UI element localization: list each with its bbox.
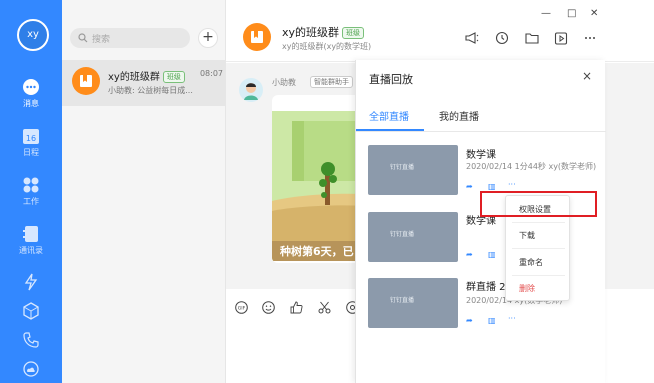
search-icon xyxy=(78,33,88,43)
nav-label: 日程 xyxy=(23,148,39,157)
stats-icon[interactable]: ▥ xyxy=(488,316,496,325)
thumbnail-watermark: 钉钉直播 xyxy=(390,164,415,171)
chat-bubble-icon xyxy=(23,79,39,95)
group-avatar xyxy=(72,67,100,95)
stats-icon[interactable]: ▥ xyxy=(488,250,496,259)
thumbnail-watermark: 钉钉直播 xyxy=(390,297,415,304)
live-video-icon[interactable] xyxy=(554,31,568,45)
more-icon[interactable] xyxy=(583,31,597,45)
nav-item-contacts[interactable]: 通讯录 xyxy=(0,225,62,256)
menu-item-download[interactable]: 下载 xyxy=(519,230,535,241)
class-tag: 班级 xyxy=(342,27,365,39)
bot-name: 小助教 xyxy=(272,78,296,87)
chat-title[interactable]: xy的班级群 班级 xyxy=(282,24,365,40)
svg-text:16: 16 xyxy=(26,134,36,143)
class-tag: 班级 xyxy=(162,71,185,83)
contacts-icon xyxy=(23,226,38,242)
conversation-time: 08:07 xyxy=(199,69,223,78)
group-avatar xyxy=(243,23,271,51)
bot-face-icon xyxy=(244,83,258,100)
panel-tabs: 全部直播 我的直播 xyxy=(356,98,606,132)
app-window: xy 消息 16 日程 工作 通讯录 搜索 + xy的班级群 班级 08:07 … xyxy=(0,0,654,383)
thumbs-up-icon[interactable] xyxy=(290,301,303,314)
nav-item-calls[interactable] xyxy=(0,331,62,349)
folder-icon[interactable] xyxy=(525,31,539,45)
highlight-box xyxy=(480,191,597,217)
book-icon xyxy=(80,75,92,87)
menu-divider xyxy=(512,222,565,223)
active-tab-indicator xyxy=(356,129,424,131)
lightning-icon xyxy=(24,273,38,291)
search-placeholder: 搜索 xyxy=(92,35,111,45)
video-title[interactable]: 数学课 xyxy=(466,146,496,161)
nav-item-work[interactable]: 工作 xyxy=(0,176,62,207)
tab-all-live[interactable]: 全部直播 xyxy=(369,108,409,123)
share-icon[interactable]: ➦ xyxy=(466,182,473,191)
nav-label: 工作 xyxy=(23,197,39,206)
conversation-item[interactable]: xy的班级群 班级 08:07 小助教: 公益树每日成... xyxy=(62,60,226,106)
cube-icon xyxy=(23,302,39,320)
close-icon[interactable]: × xyxy=(582,69,592,83)
menu-item-rename[interactable]: 重命名 xyxy=(519,257,543,268)
panel-title: 直播回放 xyxy=(369,73,413,86)
chat-title-text: xy的班级群 xyxy=(282,26,340,39)
stats-icon[interactable]: ▥ xyxy=(488,182,496,191)
menu-item-delete[interactable]: 删除 xyxy=(519,283,535,294)
conversation-name: xy的班级群 班级 xyxy=(108,68,185,83)
more-actions-icon[interactable]: ··· xyxy=(508,314,516,323)
more-actions-icon[interactable]: ··· xyxy=(508,180,516,189)
video-thumbnail[interactable]: 钉钉直播 xyxy=(368,278,458,328)
chat-subtitle: xy的班级群(xy的数学班) xyxy=(282,42,372,51)
menu-divider xyxy=(512,275,565,276)
user-avatar[interactable]: xy xyxy=(17,19,49,51)
maximize-icon[interactable]: □ xyxy=(567,8,576,19)
nav-item-messages[interactable]: 消息 xyxy=(0,78,62,109)
search-input[interactable]: 搜索 xyxy=(70,28,190,48)
scissors-icon[interactable] xyxy=(318,301,331,314)
bot-avatar[interactable] xyxy=(239,78,263,102)
thumbnail-watermark: 钉钉直播 xyxy=(390,231,415,238)
video-meta: 2020/02/14 1分44秒 xy(数学老师) xyxy=(466,162,597,171)
video-thumbnail[interactable]: 钉钉直播 xyxy=(368,145,458,195)
nav-label: 消息 xyxy=(23,99,39,108)
card-caption: 种树第6天，已 xyxy=(280,245,354,258)
nav-item-cloud[interactable] xyxy=(0,360,62,378)
chat-header: xy的班级群 班级 xy的班级群(xy的数学班) — □ ✕ xyxy=(226,0,654,62)
apps-grid-icon xyxy=(23,177,39,193)
book-icon xyxy=(251,31,263,43)
nav-item-calendar[interactable]: 16 日程 xyxy=(0,127,62,158)
conversation-name-text: xy的班级群 xyxy=(108,72,160,83)
announcement-icon[interactable] xyxy=(465,31,479,45)
add-button[interactable]: + xyxy=(198,28,218,48)
minimize-icon[interactable]: — xyxy=(541,8,551,19)
conversation-preview: 小助教: 公益树每日成... xyxy=(108,86,193,95)
tab-my-live[interactable]: 我的直播 xyxy=(439,108,479,123)
svg-text:GIF: GIF xyxy=(238,306,246,312)
nav-label: 通讯录 xyxy=(19,246,43,255)
bot-tag: 智能群助手 xyxy=(310,76,353,88)
share-icon[interactable]: ➦ xyxy=(466,316,473,325)
nav-item-workspace[interactable] xyxy=(0,302,62,320)
left-rail: xy 消息 16 日程 工作 通讯录 xyxy=(0,0,62,383)
conversation-list: 搜索 + xy的班级群 班级 08:07 小助教: 公益树每日成... xyxy=(62,0,226,383)
close-window-icon[interactable]: ✕ xyxy=(590,8,598,19)
nav-item-ding[interactable] xyxy=(0,273,62,291)
menu-divider xyxy=(512,248,565,249)
share-icon[interactable]: ➦ xyxy=(466,250,473,259)
phone-call-icon xyxy=(23,332,39,348)
cloud-icon xyxy=(23,361,39,377)
history-icon[interactable] xyxy=(495,31,509,45)
video-thumbnail[interactable]: 钉钉直播 xyxy=(368,212,458,262)
calendar-icon: 16 xyxy=(23,129,39,144)
emoji-icon[interactable] xyxy=(262,301,275,314)
gif-icon[interactable]: GIF xyxy=(235,301,248,314)
